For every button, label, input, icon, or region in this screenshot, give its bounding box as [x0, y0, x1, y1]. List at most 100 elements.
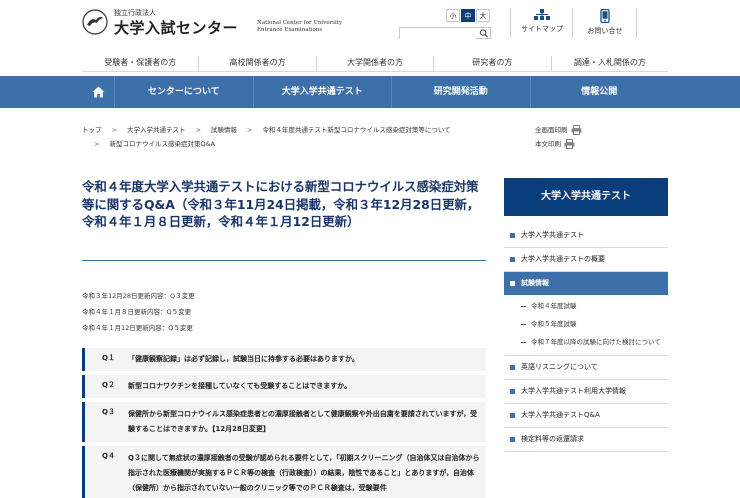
dash-icon — [521, 306, 526, 307]
qa-accent-bar — [82, 348, 85, 371]
breadcrumb-row: > 新型コロナウイルス感染症対策Q&A — [82, 137, 522, 151]
sidebar-item-common-test[interactable]: 大学入学共通テスト — [504, 224, 668, 248]
sidebar-item-label: 検定料等の返還請求 — [521, 435, 584, 443]
breadcrumb-row: トップ > 大学入学共通テスト > 試験情報 > 令和４年度共通テスト新型コロナ… — [82, 123, 522, 137]
sidebar-item-refund[interactable]: 検定料等の返還請求 — [504, 428, 668, 452]
header-divider — [636, 8, 637, 38]
logo-mark-icon — [82, 9, 108, 35]
qa-item[interactable]: Q１ 「健康観察記録」は必ず記録し，試験当日に持参する必要はありますか。 — [82, 348, 486, 371]
org-name-en: National Center for University Entrance … — [257, 20, 343, 33]
org-name: 大学入試センター — [114, 19, 239, 37]
search-box — [399, 27, 491, 46]
page: 独立行政法人 大学入試センター National Center for Univ… — [0, 0, 740, 498]
breadcrumb-link[interactable]: 令和４年度共通テスト新型コロナウイルス感染症対策等について — [262, 123, 450, 137]
breadcrumb-separator-icon: > — [111, 126, 117, 134]
sidebar-subitem-label: 令和７年度以降の試験に向けた検討について — [531, 338, 661, 346]
font-size-medium-button[interactable]: 中 — [461, 9, 475, 22]
gnav-disclosure[interactable]: 情報公開 — [531, 76, 669, 108]
sitemap-link[interactable]: サイトマップ — [517, 9, 567, 34]
qa-item[interactable]: Q４ Q３に関して無症状の濃厚接触者の受験が認められる要件として，「初期スクリー… — [82, 446, 486, 498]
breadcrumb-separator-icon: > — [246, 126, 253, 134]
update-notes: 令和３年12月28日更新内容：Q３変更 令和４年１月８日更新内容：Q５変更 令和… — [82, 288, 195, 336]
breadcrumb-link[interactable]: トップ — [82, 123, 102, 137]
sidebar-item-faq[interactable]: 大学入学共通テストQ&A — [504, 404, 668, 428]
breadcrumb: トップ > 大学入学共通テスト > 試験情報 > 令和４年度共通テスト新型コロナ… — [82, 123, 522, 151]
title-divider — [82, 260, 486, 261]
audience-link-highschool[interactable]: 高校関係者の方 — [199, 56, 317, 71]
sidebar-subitem-label: 令和４年度試験 — [531, 302, 577, 310]
qa-number: Q２ — [102, 381, 115, 389]
gnav-center-about[interactable]: センターについて — [115, 76, 254, 108]
qa-accent-bar — [82, 402, 85, 442]
sidebar-title: 大学入学共通テスト — [504, 178, 668, 216]
sidebar-item-university-info[interactable]: 大学入学共通テスト利用大学情報 — [504, 380, 668, 404]
qa-item[interactable]: Q２ 新型コロナワクチンを接種していなくても受験することはできますか。 — [82, 375, 486, 398]
sidebar-subitem-r4[interactable]: 令和４年度試験 — [504, 297, 668, 315]
contact-link[interactable]: お問い合せ — [580, 9, 630, 36]
sitemap-icon — [534, 9, 550, 20]
site-logo[interactable]: 独立行政法人 大学入試センター National Center for Univ… — [82, 8, 342, 40]
print-body-label: 本文印刷 — [535, 140, 561, 148]
sidebar-item-exam-info[interactable]: 試験情報 — [504, 272, 668, 295]
sidebar-item-label: 大学入学共通テストの概要 — [521, 255, 605, 263]
sitemap-label: サイトマップ — [521, 25, 563, 33]
gnav-common-test[interactable]: 大学入学共通テスト — [254, 76, 392, 108]
breadcrumb-link[interactable]: 大学入学共通テスト — [127, 123, 186, 137]
font-size-switcher: 小 中 大 — [446, 9, 491, 22]
qa-question: 「健康観察記録」は必ず記録し，試験当日に持参する必要はありますか。 — [128, 355, 359, 363]
print-links: 全画面印刷 本文印刷 — [535, 123, 582, 151]
font-size-large-button[interactable]: 大 — [476, 9, 490, 22]
global-nav: センターについて 大学入学共通テスト 研究開発活動 情報公開 — [0, 76, 740, 108]
sidebar-item-label: 大学入学共通テスト — [521, 231, 584, 239]
qa-number: Q４ — [102, 452, 115, 460]
contact-label: お問い合せ — [587, 27, 623, 35]
printer-icon — [564, 139, 575, 149]
print-full-link[interactable]: 全画面印刷 — [535, 123, 582, 137]
update-note: 令和４年１月８日更新内容：Q５変更 — [82, 308, 192, 316]
update-note: 令和４年１月12日更新内容：Q５変更 — [82, 324, 193, 332]
bullet-square-icon — [510, 257, 515, 262]
sidebar: 大学入学共通テスト 大学入学共通テスト 大学入学共通テストの概要 試験情報 令和… — [504, 178, 668, 452]
font-size-small-button[interactable]: 小 — [446, 9, 460, 22]
sidebar-item-label: 英語リスニングについて — [521, 363, 598, 371]
qa-question: 保健所から新型コロナウイルス感染症患者との濃厚接触者として健康観察や外出自粛を要… — [128, 410, 478, 433]
print-full-label: 全画面印刷 — [535, 126, 568, 134]
qa-item[interactable]: Q３ 保健所から新型コロナウイルス感染症患者との濃厚接触者として健康観察や外出自… — [82, 402, 486, 442]
sidebar-subitem-r5[interactable]: 令和５年度試験 — [504, 315, 668, 333]
header-divider — [510, 8, 511, 38]
search-input[interactable] — [400, 36, 476, 46]
audience-link-examinees[interactable]: 受験者・保護者の方 — [82, 56, 200, 71]
audience-link-procurement[interactable]: 調達・入札関係の方 — [552, 56, 668, 71]
breadcrumb-separator-icon: > — [94, 140, 100, 148]
audience-link-researchers[interactable]: 研究者の方 — [434, 56, 552, 71]
sidebar-item-label: 大学入学共通テスト利用大学情報 — [521, 387, 626, 395]
bullet-square-icon — [510, 233, 515, 238]
sidebar-item-label: 試験情報 — [521, 279, 549, 287]
qa-number: Q３ — [102, 408, 115, 416]
header-divider — [572, 8, 573, 38]
sidebar-subitem-r7[interactable]: 令和７年度以降の試験に向けた検討について — [504, 333, 668, 351]
print-body-link[interactable]: 本文印刷 — [535, 137, 582, 151]
phone-icon — [600, 9, 610, 23]
home-icon — [92, 86, 104, 98]
audience-link-university[interactable]: 大学関係者の方 — [317, 56, 435, 71]
home-button[interactable] — [82, 76, 115, 108]
bullet-square-icon — [510, 281, 515, 286]
bullet-square-icon — [510, 389, 515, 394]
search-icon[interactable] — [479, 29, 489, 38]
qa-accent-bar — [82, 446, 85, 498]
breadcrumb-current: 新型コロナウイルス感染症対策Q&A — [109, 140, 216, 148]
gnav-research[interactable]: 研究開発活動 — [392, 76, 531, 108]
sidebar-item-overview[interactable]: 大学入学共通テストの概要 — [504, 248, 668, 272]
sidebar-item-listening[interactable]: 英語リスニングについて — [504, 356, 668, 380]
sidebar-item-label: 大学入学共通テストQ&A — [521, 411, 600, 419]
qa-accent-bar — [82, 375, 85, 398]
qa-question: 新型コロナワクチンを接種していなくても受験することはできますか。 — [128, 382, 352, 390]
sidebar-subitem-label: 令和５年度試験 — [531, 320, 577, 328]
sidebar-subitems: 令和４年度試験 令和５年度試験 令和７年度以降の試験に向けた検討について — [504, 295, 668, 356]
qa-question: Q３に関して無症状の濃厚接触者の受験が認められる要件として，「初期スクリーニング… — [128, 454, 480, 492]
breadcrumb-link[interactable]: 試験情報 — [211, 123, 237, 137]
breadcrumb-separator-icon: > — [195, 126, 201, 134]
page-title: 令和４年度大学入学共通テストにおける新型コロナウイルス感染症対策等に関するQ&A… — [82, 179, 480, 230]
printer-icon — [571, 125, 581, 135]
